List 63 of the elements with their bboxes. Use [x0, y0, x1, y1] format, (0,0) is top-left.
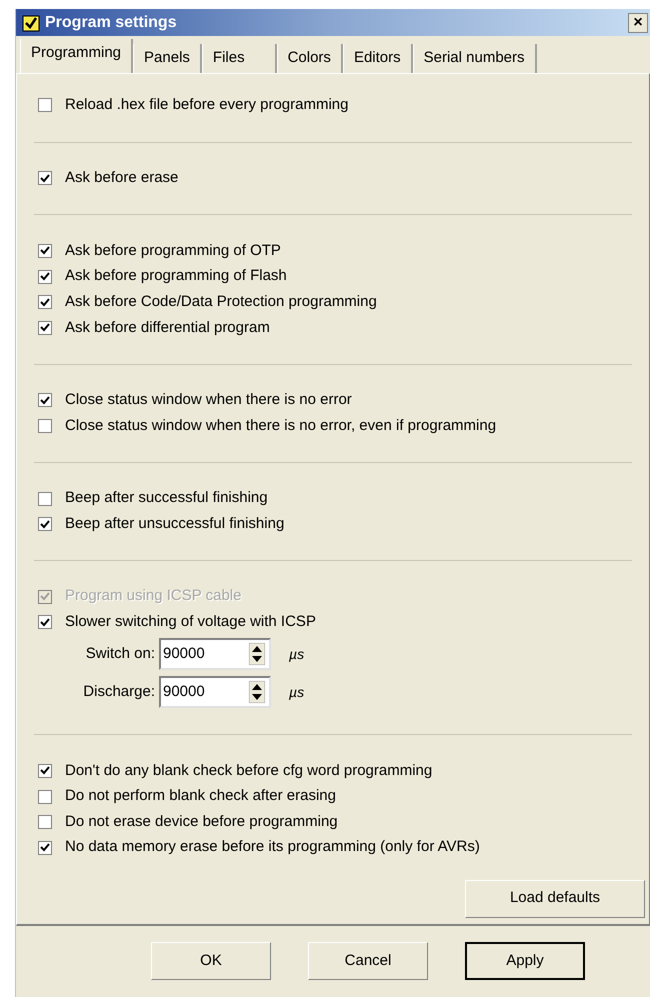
check-icon	[40, 174, 50, 183]
checkbox-label: Slower switching of voltage with ICSP	[65, 612, 316, 632]
checkbox-label: Ask before differential program	[65, 318, 270, 338]
checkbox-label: Close status window when there is no error	[65, 390, 352, 410]
load-defaults-button[interactable]: Load defaults	[465, 880, 645, 918]
checkbox-label: Ask before programming of Flash	[65, 266, 287, 286]
unit-label: µs	[289, 682, 304, 702]
checkbox-label: Ask before programming of OTP	[65, 240, 281, 261]
checkbox-label: Don't do any blank check before cfg word programming	[65, 760, 432, 781]
tab[interactable]: Colors	[276, 44, 343, 73]
unit-label: µs	[289, 644, 304, 664]
checkbox-label: Program using ICSP cable	[65, 586, 242, 606]
checkbox-label: Reload .hex file before every programming	[65, 94, 348, 115]
window-title: Program settings	[45, 12, 178, 32]
checkbox[interactable]	[38, 840, 52, 855]
spin-field[interactable]: 90000	[159, 638, 271, 670]
check-icon	[40, 323, 50, 332]
checkbox[interactable]	[38, 295, 52, 310]
checkbox[interactable]	[38, 615, 52, 630]
checkbox[interactable]	[38, 171, 52, 186]
dialog-button[interactable]: Apply	[465, 942, 585, 980]
check-icon	[40, 618, 50, 627]
close-button[interactable]: ×	[628, 12, 648, 32]
check-icon	[40, 272, 50, 282]
tab[interactable]: Panels	[133, 44, 202, 73]
checkbox-label: Do not erase device before programming	[65, 812, 338, 832]
checkbox-label: Close status window when there is no error, even if programming	[65, 416, 496, 436]
dialog-button[interactable]: Cancel	[308, 942, 428, 980]
checkbox[interactable]	[38, 418, 52, 433]
tab[interactable]: Editors	[342, 44, 413, 73]
spin-field[interactable]: 90000	[159, 676, 271, 708]
checkbox[interactable]	[38, 517, 52, 532]
dialog-button[interactable]: OK	[151, 942, 271, 980]
checkbox[interactable]	[38, 244, 52, 258]
checkbox[interactable]	[38, 393, 52, 408]
tab[interactable]: Files	[202, 44, 277, 73]
spin-arrows-icon[interactable]	[249, 643, 265, 666]
check-icon	[40, 520, 50, 529]
check-icon	[40, 592, 50, 602]
check-icon	[40, 766, 50, 776]
field-label: Switch on:	[84, 644, 156, 664]
check-icon	[40, 246, 50, 256]
checkbox[interactable]	[38, 270, 52, 284]
checkbox[interactable]	[38, 790, 52, 804]
checkbox[interactable]	[38, 764, 52, 778]
checklist-icon	[22, 14, 40, 32]
checkbox[interactable]	[38, 98, 52, 112]
checkbox[interactable]	[38, 492, 52, 506]
check-icon	[40, 843, 50, 852]
checkbox-label: Beep after unsuccessful finishing	[65, 514, 284, 534]
tab[interactable]: Programming	[20, 39, 134, 73]
checkbox[interactable]	[38, 320, 52, 335]
spin-arrows-icon[interactable]	[249, 681, 265, 704]
checkbox-label: Do not perform blank check after erasing	[65, 786, 336, 806]
check-icon	[40, 396, 50, 405]
checkbox-label: Ask before Code/Data Protection programming	[65, 292, 377, 312]
checkbox-label: Ask before erase	[65, 168, 178, 188]
field-label: Discharge:	[82, 682, 156, 702]
tab[interactable]: Serial numbers	[412, 44, 537, 73]
checkbox-label: No data memory erase before its programming (only for AVRs)	[65, 837, 480, 858]
checkbox[interactable]	[38, 815, 52, 830]
check-icon	[40, 298, 50, 307]
checkbox-label: Beep after successful finishing	[65, 488, 268, 508]
